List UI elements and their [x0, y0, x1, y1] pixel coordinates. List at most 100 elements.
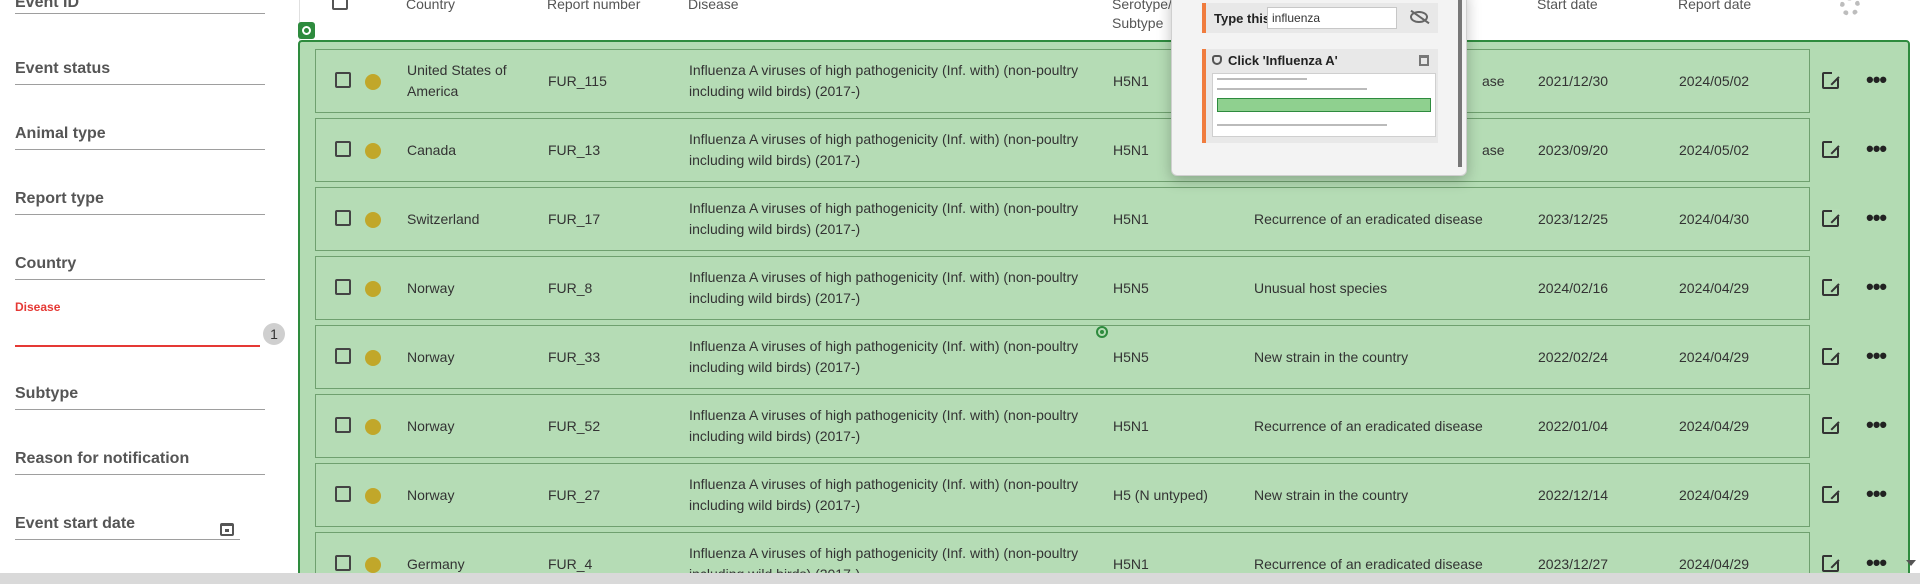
filter-event-status[interactable]: Event status — [15, 60, 265, 86]
cell-reason: ase — [1482, 73, 1505, 89]
thumbnail-text-line — [1217, 78, 1307, 80]
more-horizontal-icon[interactable]: ••• — [1866, 483, 1887, 505]
table-row[interactable]: Switzerland FUR_17 Influenza A viruses o… — [315, 187, 1887, 251]
table-row[interactable]: Norway FUR_33 Influenza A viruses of hig… — [315, 325, 1887, 389]
cell-country: Norway — [407, 280, 455, 296]
more-horizontal-icon[interactable]: ••• — [1866, 414, 1887, 436]
filter-label: Event ID — [15, 0, 80, 11]
header-serotype[interactable]: Serotype/ — [1112, 0, 1172, 12]
header-country[interactable]: Country — [406, 0, 455, 12]
row-checkbox[interactable] — [335, 348, 351, 364]
header-report-number[interactable]: Report number — [547, 0, 640, 12]
calendar-icon[interactable] — [220, 523, 234, 536]
cell-report-number: FUR_52 — [548, 418, 601, 434]
filter-label: Subtype — [15, 385, 79, 402]
row-checkbox[interactable] — [335, 417, 351, 433]
row-checkbox[interactable] — [335, 141, 351, 157]
filter-event-start-date[interactable]: Event start date — [15, 515, 240, 541]
cell-reason: New strain in the country — [1254, 349, 1409, 365]
cell-start-date: 2021/12/30 — [1538, 73, 1609, 89]
cell-report-number: FUR_115 — [548, 73, 607, 89]
filter-event-id[interactable]: Event ID — [15, 0, 265, 20]
filter-label: Disease — [15, 300, 61, 314]
panel-scrollbar[interactable] — [1458, 0, 1462, 167]
trash-icon[interactable] — [1419, 55, 1429, 66]
open-in-new-icon[interactable] — [1822, 485, 1840, 503]
filter-report-type[interactable]: Report type — [15, 190, 265, 216]
cell-report-date: 2024/04/30 — [1679, 211, 1750, 227]
status-dot-icon — [365, 143, 381, 159]
type-step-card[interactable]: Type this influenza — [1202, 3, 1438, 33]
header-disease[interactable]: Disease — [688, 0, 739, 12]
cell-disease: Influenza A viruses of high pathogenicit… — [689, 62, 1079, 78]
status-dot-icon — [365, 557, 381, 573]
table-row[interactable]: Canada FUR_13 Influenza A viruses of hig… — [315, 118, 1887, 182]
table-row[interactable]: Norway FUR_8 Influenza A viruses of high… — [315, 256, 1887, 320]
cell-disease-line2: including wild birds) (2017-) — [689, 428, 861, 444]
cell-disease: Influenza A viruses of high pathogenicit… — [689, 200, 1079, 216]
cell-start-date: 2022/02/24 — [1538, 349, 1609, 365]
click-step-card[interactable]: Click 'Influenza A' — [1202, 49, 1438, 143]
table-row[interactable]: United States of America FUR_115 Influen… — [315, 49, 1887, 113]
cursor-target-icon — [1096, 326, 1108, 338]
cell-country: Norway — [407, 418, 455, 434]
cell-subtype: H5N5 — [1113, 349, 1149, 365]
filter-reason[interactable]: Reason for notification — [15, 450, 265, 476]
row-checkbox[interactable] — [335, 486, 351, 502]
type-step-label: Type this — [1214, 11, 1271, 26]
open-in-new-icon[interactable] — [1822, 71, 1840, 89]
open-in-new-icon[interactable] — [1822, 416, 1840, 434]
open-in-new-icon[interactable] — [1822, 347, 1840, 365]
row-checkbox[interactable] — [335, 279, 351, 295]
horizontal-scrollbar[interactable] — [0, 573, 1920, 584]
header-report-date[interactable]: Report date — [1678, 0, 1751, 12]
cell-reason: Unusual host species — [1254, 280, 1388, 296]
header-subtype[interactable]: Subtype — [1112, 15, 1163, 31]
recorder-steps-panel: Type this influenza Click 'Influenza A' — [1171, 0, 1467, 176]
open-in-new-icon[interactable] — [1822, 140, 1840, 158]
cell-country: Norway — [407, 349, 455, 365]
cell-subtype: H5 (N untyped) — [1113, 487, 1208, 503]
filter-disease[interactable]: Disease — [15, 300, 265, 348]
filter-animal-type[interactable]: Animal type — [15, 125, 265, 151]
type-step-input[interactable]: influenza — [1267, 7, 1397, 29]
header-start-date[interactable]: Start date — [1537, 0, 1598, 12]
filter-underline — [15, 214, 265, 215]
filter-country[interactable]: Country — [15, 255, 265, 281]
select-all-checkbox[interactable] — [332, 0, 348, 10]
open-in-new-icon[interactable] — [1822, 278, 1840, 296]
cell-report-number: FUR_4 — [548, 556, 593, 572]
thumbnail-highlight — [1217, 98, 1431, 112]
row-checkbox[interactable] — [335, 210, 351, 226]
status-dot-icon — [365, 350, 381, 366]
cell-disease-line2: including wild birds) (2017-) — [689, 290, 861, 306]
table-row[interactable]: Norway FUR_52 Influenza A viruses of hig… — [315, 394, 1887, 458]
row-checkbox[interactable] — [335, 555, 351, 571]
cell-start-date: 2023/09/20 — [1538, 142, 1609, 158]
more-horizontal-icon[interactable]: ••• — [1866, 345, 1887, 367]
eye-off-icon[interactable] — [1410, 11, 1428, 23]
filter-underline — [15, 149, 265, 150]
cell-subtype: H5N1 — [1113, 211, 1149, 227]
cell-report-date: 2024/05/02 — [1679, 73, 1750, 89]
cell-report-number: FUR_13 — [548, 142, 601, 158]
more-horizontal-icon[interactable]: ••• — [1866, 207, 1887, 229]
more-horizontal-icon[interactable]: ••• — [1866, 276, 1887, 298]
scroll-down-arrow-icon[interactable] — [1906, 560, 1916, 566]
settings-gear-icon[interactable] — [1840, 0, 1860, 16]
cell-disease: Influenza A viruses of high pathogenicit… — [689, 476, 1079, 492]
filter-subtype[interactable]: Subtype — [15, 385, 265, 411]
more-horizontal-icon[interactable]: ••• — [1866, 69, 1887, 91]
row-checkbox[interactable] — [335, 72, 351, 88]
status-dot-icon — [365, 488, 381, 504]
filter-underline — [15, 409, 265, 410]
more-horizontal-icon[interactable]: ••• — [1866, 138, 1887, 160]
table-row[interactable]: Norway FUR_27 Influenza A viruses of hig… — [315, 463, 1887, 527]
cell-country: Switzerland — [407, 211, 480, 227]
filter-label: Animal type — [15, 125, 106, 142]
open-in-new-icon[interactable] — [1822, 554, 1840, 572]
cell-reason: ase — [1482, 142, 1505, 158]
cell-country: United States of — [407, 62, 507, 78]
open-in-new-icon[interactable] — [1822, 209, 1840, 227]
more-horizontal-icon[interactable]: ••• — [1866, 552, 1887, 574]
